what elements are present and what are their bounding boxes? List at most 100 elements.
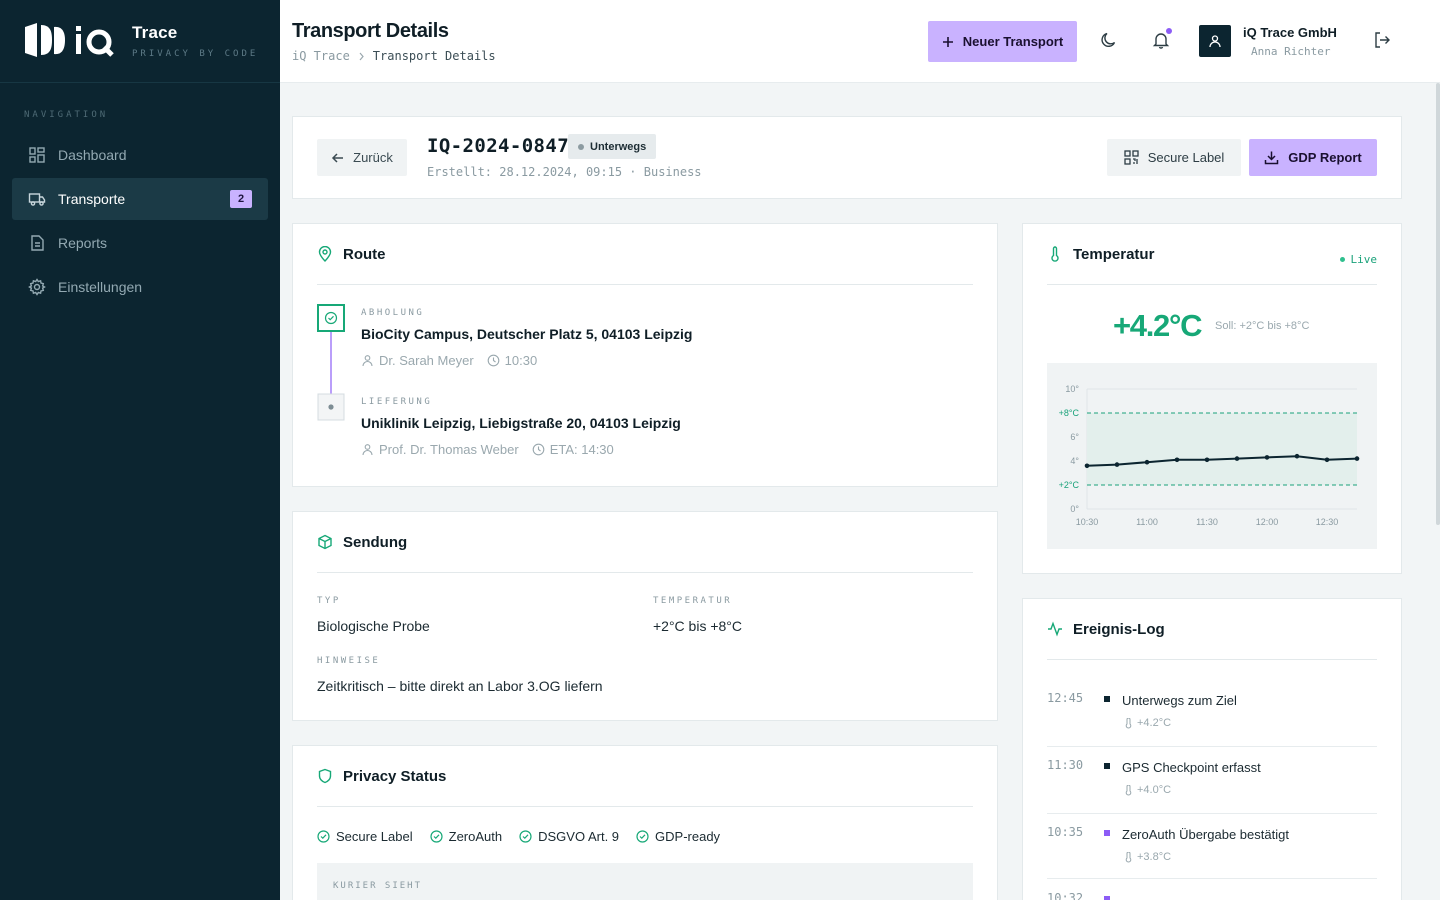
pickup-label: ABHOLUNG <box>361 308 425 318</box>
delivery-person: Prof. Dr. Thomas Weber <box>379 442 519 457</box>
status-badge: Unterwegs <box>568 134 657 159</box>
event-time: 10:32 <box>1047 891 1084 900</box>
transport-id: IQ-2024-0847 <box>427 135 570 157</box>
event-title: ZeroAuth Übergabe bestätigt <box>1122 827 1289 842</box>
event-item[interactable]: 11:30 GPS Checkpoint erfasst +4.0°C <box>1047 758 1377 814</box>
sidebar-item-label: Transporte <box>58 191 126 207</box>
event-temp-value: +3.8°C <box>1137 851 1172 863</box>
temperature-chart-svg: 0° +2°C 4° 6° +8°C 10° 10:30 11:00 11:30 12:00 12… <box>1059 384 1360 527</box>
live-indicator: Live <box>1339 253 1378 266</box>
x-tick-label: 11:00 <box>1136 517 1158 527</box>
secure-label-button[interactable]: Secure Label <box>1107 139 1241 176</box>
logout-icon <box>1375 32 1390 48</box>
current-temperature: +4.2°C <box>1113 308 1202 343</box>
gdp-report-button[interactable]: GDP Report <box>1249 139 1377 176</box>
brand-name: Trace <box>132 23 178 42</box>
scrollbar-thumb[interactable] <box>1436 83 1440 525</box>
event-item[interactable]: 10:35 ZeroAuth Übergabe bestätigt +3.8°C <box>1047 825 1377 879</box>
logout-button[interactable] <box>1372 30 1392 55</box>
data-point[interactable] <box>1324 457 1330 463</box>
shipment-card: Sendung TYP Biologische Probe TEMPERATUR… <box>292 511 998 721</box>
back-button[interactable]: Zurück <box>317 139 407 176</box>
truck-icon <box>28 193 46 206</box>
data-point[interactable] <box>1114 462 1120 467</box>
secure-label-text: Secure Label <box>1147 150 1225 165</box>
page-scrollbar[interactable] <box>1434 83 1440 900</box>
data-point[interactable] <box>1174 457 1180 463</box>
type-field: TYP Biologische Probe <box>317 596 430 634</box>
event-temp-value: +4.0°C <box>1137 784 1172 796</box>
page-title: Transport Details <box>292 20 449 42</box>
temperature-value: +2°C bis +8°C <box>653 618 743 634</box>
thermometer-icon <box>1125 784 1132 795</box>
event-log-title: Ereignis-Log <box>1073 620 1165 638</box>
event-item[interactable]: 10:32 <box>1047 891 1377 900</box>
y-tick-label: 10° <box>1065 384 1079 394</box>
thermometer-icon <box>1125 851 1132 862</box>
event-dot <box>1104 763 1110 769</box>
breadcrumb-root[interactable]: iQ Trace <box>292 49 350 63</box>
data-point[interactable] <box>1234 456 1240 461</box>
brand[interactable]: Trace PRIVACY BY CODE <box>0 0 280 83</box>
notes-value: Zeitkritisch – bitte direkt an Labor 3.O… <box>317 678 603 694</box>
data-point[interactable] <box>1354 456 1360 461</box>
privacy-chip-label: GDP-ready <box>655 829 721 844</box>
count-badge: 2 <box>230 190 252 208</box>
plus-icon <box>942 36 953 47</box>
new-transport-button[interactable]: Neuer Transport <box>928 21 1077 62</box>
route-title: Route <box>343 245 386 263</box>
shield-icon <box>318 768 332 784</box>
check-circle-icon <box>636 830 649 843</box>
notification-dot <box>1166 28 1172 34</box>
type-label: TYP <box>317 596 341 606</box>
avatar[interactable] <box>1199 25 1231 57</box>
user-name: Anna Richter <box>1251 45 1331 58</box>
qr-code-icon <box>1124 150 1139 165</box>
y-tick-label: 6° <box>1070 432 1079 442</box>
sidebar-item-transporte[interactable]: Transporte 2 <box>12 178 268 220</box>
target-band <box>1087 413 1357 485</box>
data-point[interactable] <box>1084 463 1090 469</box>
temperature-field: TEMPERATUR +2°C bis +8°C <box>653 596 742 634</box>
sidebar-item-dashboard[interactable]: Dashboard <box>12 134 268 176</box>
privacy-card: Privacy Status Secure Label ZeroAuth DSG… <box>292 745 998 900</box>
live-dot <box>1339 257 1345 262</box>
notifications-button[interactable] <box>1150 28 1172 52</box>
data-point[interactable] <box>1144 459 1150 465</box>
event-log-card: Ereignis-Log 12:45 Unterwegs zum Ziel +4… <box>1022 598 1402 900</box>
sidebar-item-reports[interactable]: Reports <box>12 222 268 264</box>
data-point[interactable] <box>1294 453 1300 459</box>
divider <box>1047 659 1377 660</box>
event-item[interactable]: 12:45 Unterwegs zum Ziel +4.2°C <box>1047 691 1377 747</box>
shipment-title: Sendung <box>343 533 408 551</box>
sidebar-item-einstellungen[interactable]: Einstellungen <box>12 266 268 308</box>
temperature-title: Temperatur <box>1073 245 1155 263</box>
pickup-meta: Dr. Sarah Meyer 10:30 <box>361 353 692 368</box>
data-point[interactable] <box>1204 457 1210 463</box>
privacy-chip-secure-label: Secure Label <box>317 829 413 844</box>
activity-icon <box>1048 621 1062 637</box>
divider <box>317 284 973 285</box>
status-dot <box>578 143 584 150</box>
event-temperature: +3.8°C <box>1124 851 1171 863</box>
theme-toggle-button[interactable] <box>1098 28 1120 52</box>
notes-field: HINWEISE Zeitkritisch – bitte direkt an … <box>317 656 603 694</box>
privacy-title: Privacy Status <box>343 767 447 785</box>
user-icon <box>362 444 373 456</box>
delivery-stop: LIEFERUNG Uniklinik Leipzig, Liebigstraß… <box>361 397 681 457</box>
nav-section-title: NAVIGATION <box>24 110 109 120</box>
gdp-report-label: GDP Report <box>1288 150 1362 165</box>
x-tick-label: 12:00 <box>1256 517 1279 527</box>
transport-header-card: Zurück IQ-2024-0847 Unterwegs Erstellt: … <box>292 116 1402 199</box>
moon-icon <box>1101 32 1116 47</box>
target-range: Soll: +2°C bis +8°C <box>1215 320 1310 332</box>
type-value: Biologische Probe <box>317 618 430 634</box>
y-tick-label: 0° <box>1070 504 1079 514</box>
live-label: Live <box>1350 253 1378 266</box>
new-transport-label: Neuer Transport <box>962 34 1064 49</box>
data-point[interactable] <box>1264 455 1270 460</box>
map-pin-icon <box>318 246 332 262</box>
privacy-chip-label: ZeroAuth <box>448 829 503 844</box>
y-tick-label: 4° <box>1070 456 1079 466</box>
delivery-address: Uniklinik Leipzig, Liebigstraße 20, 0410… <box>361 415 681 431</box>
